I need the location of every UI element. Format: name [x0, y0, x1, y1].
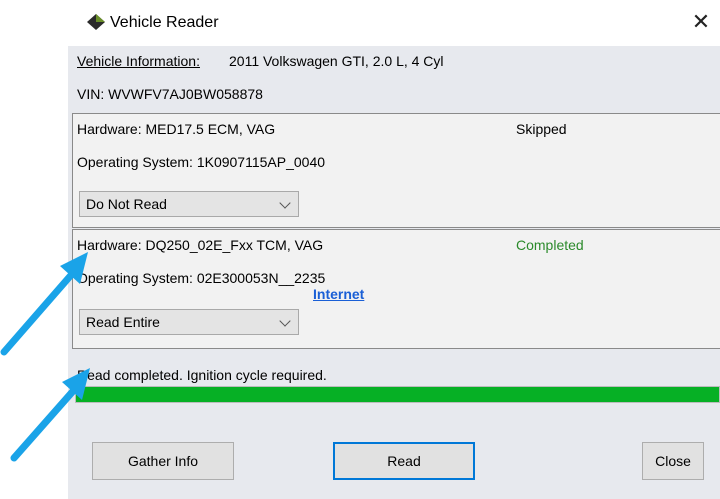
read-option-dropdown[interactable]: Do Not Read: [79, 191, 299, 217]
module-panel-ecm: Hardware: MED17.5 ECM, VAG Skipped Opera…: [72, 113, 720, 228]
module-os: Operating System: 02E300053N__2235: [77, 270, 326, 286]
dropdown-selected: Read Entire: [86, 314, 160, 330]
read-option-dropdown[interactable]: Read Entire: [79, 309, 299, 335]
close-button[interactable]: Close: [642, 442, 704, 480]
vehicle-reader-window: Vehicle Reader ✕ Vehicle Information: 20…: [68, 0, 720, 499]
chevron-down-icon: [279, 315, 291, 327]
vehicle-info-value: 2011 Volkswagen GTI, 2.0 L, 4 Cyl: [229, 53, 444, 69]
app-diamond-icon: [87, 14, 105, 30]
gather-info-button[interactable]: Gather Info: [92, 442, 234, 480]
progress-fill: [76, 387, 719, 402]
client-area: Vehicle Information: 2011 Volkswagen GTI…: [68, 46, 720, 499]
progress-bar: [75, 386, 720, 403]
read-button[interactable]: Read: [333, 442, 475, 480]
title-bar: Vehicle Reader ✕: [68, 0, 720, 46]
progress-message: Read completed. Ignition cycle required.: [77, 367, 327, 383]
module-os: Operating System: 1K0907115AP_0040: [77, 154, 326, 170]
vin-text: VIN: WVWFV7AJ0BW058878: [77, 86, 263, 102]
dropdown-selected: Do Not Read: [86, 196, 167, 212]
module-status: Completed: [516, 237, 584, 253]
close-icon[interactable]: ✕: [688, 10, 714, 36]
window-title: Vehicle Reader: [110, 14, 219, 31]
module-panel-tcm: Hardware: DQ250_02E_Fxx TCM, VAG Complet…: [72, 229, 720, 349]
internet-link[interactable]: Internet: [313, 286, 364, 302]
module-status: Skipped: [516, 121, 567, 137]
module-hardware: Hardware: MED17.5 ECM, VAG: [77, 121, 276, 137]
chevron-down-icon: [279, 197, 291, 209]
vehicle-info-label: Vehicle Information:: [77, 53, 200, 69]
module-hardware: Hardware: DQ250_02E_Fxx TCM, VAG: [77, 237, 324, 253]
